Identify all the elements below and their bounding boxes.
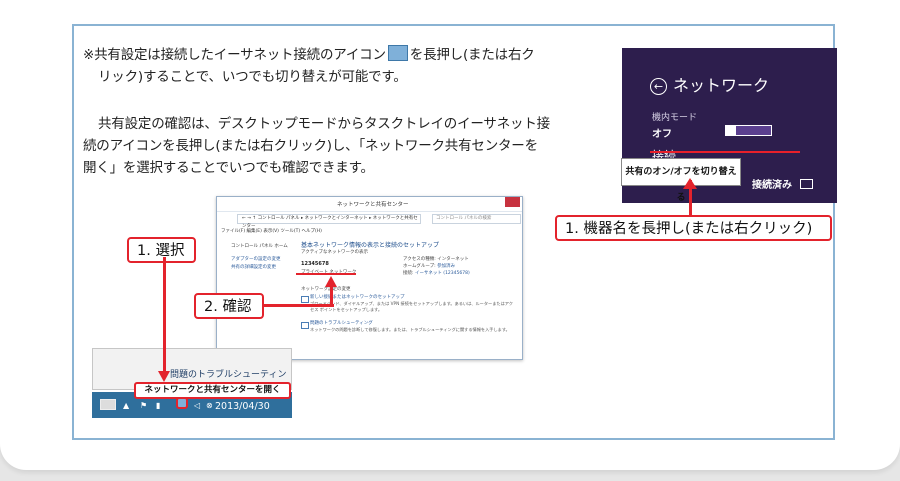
search-input[interactable]: コントロール パネルの検索 — [432, 214, 521, 224]
connection-status: 接続済み — [752, 176, 813, 191]
page-heading: 基本ネットワーク情報の表示と接続のセットアップ — [301, 242, 440, 249]
task-setup-connection[interactable]: 新しい接続またはネットワークのセットアップ ブロードバンド、ダイヤルアップ、または… — [310, 295, 515, 313]
network-panel-title: ← ネットワーク — [650, 72, 769, 96]
network-name-underline — [296, 273, 356, 275]
taskbar-area: 問題のトラブルシューティング ▲ ⚑ ▮ ◁ ⊗ 2013/04/30 ネットワ… — [92, 348, 292, 418]
battery-icon[interactable]: ▮ — [156, 401, 160, 410]
address-bar[interactable]: ← → ↑ コントロール パネル ▸ ネットワークとインターネット ▸ ネットワ… — [237, 214, 421, 229]
setup-connection-icon — [301, 296, 309, 303]
window-titlebar: ネットワークと共有センター — [217, 197, 522, 212]
sharing-center-window: ネットワークと共有センター ← → ↑ コントロール パネル ▸ ネットワークと… — [216, 196, 523, 360]
airplane-mode-value: オフ — [652, 129, 672, 140]
para2-line-3: 開く」を選択することでいつでも確認できます。 — [83, 160, 374, 176]
window-title: ネットワークと共有センター — [337, 202, 409, 208]
highlight-line — [650, 151, 800, 153]
volume-icon[interactable]: ◁ — [194, 401, 200, 410]
sidebar-item-home[interactable]: コントロール パネル ホーム — [231, 243, 291, 251]
arrow-up-icon — [683, 178, 697, 216]
select-arrow-icon — [158, 371, 170, 382]
sidebar-item-sharing[interactable]: 共有の詳細設定の変更 — [231, 264, 291, 272]
monitor-icon — [800, 179, 813, 189]
network-info: アクセスの種類: インターネット ホームグループ: 参加済み 接続: イーサネッ… — [403, 257, 470, 276]
maximize-button[interactable] — [490, 197, 505, 207]
confirm-connector — [330, 286, 333, 306]
menu-item-open-sharing-center[interactable]: ネットワークと共有センターを開く — [134, 382, 291, 399]
note-line-1-text: ※共有設定は接続したイーサネット接続のアイコン — [83, 47, 386, 63]
para2-line-1: 共有設定の確認は、デスクトップモードからタスクトレイのイーサネット接 — [98, 116, 550, 132]
network-name: 12345678 — [301, 261, 329, 267]
tray-date[interactable]: 2013/04/30 — [215, 401, 270, 412]
select-connector — [163, 257, 166, 372]
airplane-mode-label: 機内モード — [652, 113, 698, 123]
menu-bar[interactable]: ファイル(F) 編集(E) 表示(V) ツール(T) ヘルプ(H) — [221, 228, 322, 234]
toggle-sharing-menu-item[interactable]: 共有のオン/オフを切り替える — [621, 158, 741, 203]
airplane-mode-toggle[interactable] — [725, 125, 772, 136]
close-button[interactable] — [505, 197, 520, 207]
minimize-button[interactable] — [475, 197, 490, 207]
note-line-1b-text: を長押し(または右ク — [409, 47, 535, 63]
callout-confirm: 2. 確認 — [194, 293, 264, 319]
note-line-1: ※共有設定は接続したイーサネット接続のアイコン を長押し(または右ク — [83, 44, 535, 66]
back-arrow-icon[interactable]: ← — [650, 78, 667, 95]
keyboard-icon[interactable] — [100, 399, 116, 410]
callout-select: 1. 選択 — [127, 237, 196, 263]
flag-icon[interactable]: ⚑ — [140, 401, 147, 410]
status-icon[interactable]: ⊗ — [206, 401, 213, 410]
callout-long-press: 1. 機器名を長押し(または右クリック) — [555, 215, 832, 241]
para2-line-2: 続のアイコンを長押し(または右クリック)し、「ネットワーク共有センターを — [83, 138, 538, 154]
confirm-line — [262, 304, 334, 307]
task-troubleshoot[interactable]: 問題のトラブルシューティング ネットワークの問題を診断して修復します。または、トラ… — [310, 321, 515, 333]
sidebar: コントロール パネル ホーム アダプターの設定の変更 共有の詳細設定の変更 — [231, 243, 291, 272]
tray-chevron-icon[interactable]: ▲ — [123, 401, 129, 410]
troubleshoot-icon — [301, 322, 309, 329]
ethernet-icon — [387, 45, 408, 61]
sidebar-item-adapter[interactable]: アダプターの設定の変更 — [231, 256, 291, 264]
active-networks-label: アクティブなネットワークの表示 — [301, 250, 369, 255]
note-line-2: リック)することで、いつでも切り替えが可能です。 — [98, 69, 407, 85]
confirm-arrow-icon — [325, 276, 337, 287]
